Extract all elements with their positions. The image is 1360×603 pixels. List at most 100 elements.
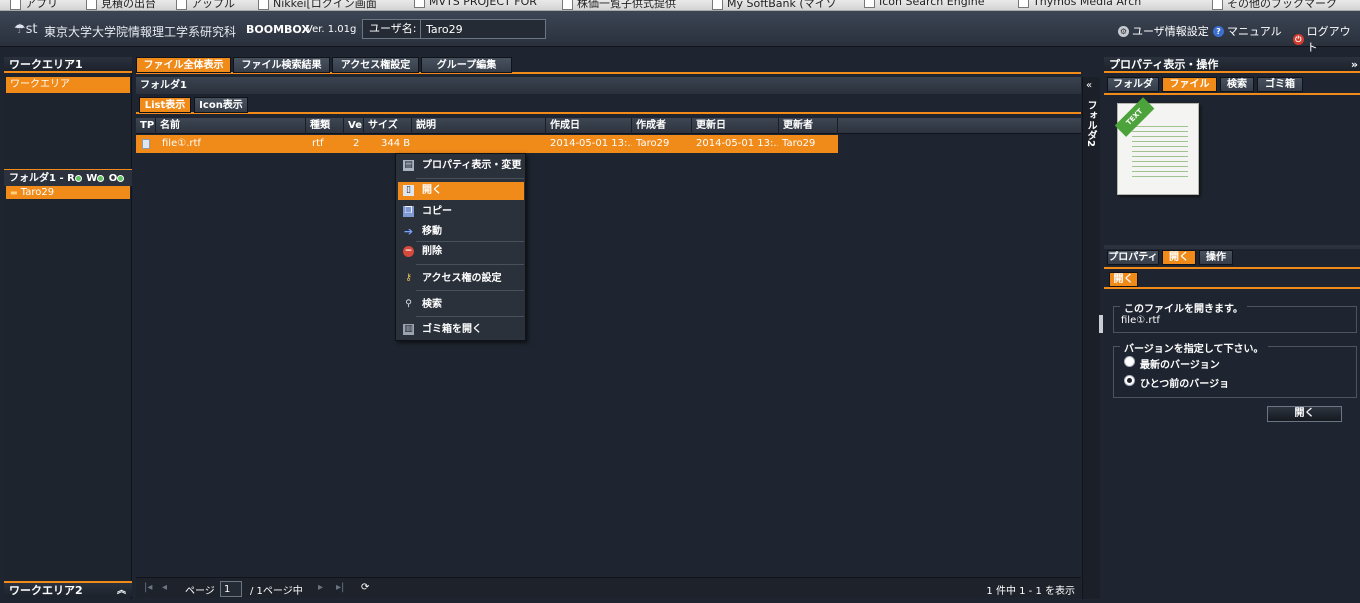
menu-item-open[interactable]: ▯ 開く — [398, 182, 524, 200]
tab-open[interactable]: 開く — [1162, 250, 1196, 265]
page-label: ページ — [185, 586, 215, 597]
menu-item-properties[interactable]: ▤ プロパティ表示・変更 — [398, 157, 524, 175]
tab-file[interactable]: ファイル — [1162, 77, 1217, 92]
chevron-up-icon[interactable]: ︽ — [117, 583, 126, 599]
menu-item-move[interactable]: ➔ 移動 — [398, 223, 524, 241]
cell-created: 2014-05-01 13:... — [550, 138, 632, 149]
first-page-icon[interactable]: |◂ — [144, 582, 152, 593]
breadcrumb: フォルダ1 — [136, 77, 1081, 94]
collapse-left-icon[interactable]: « — [1086, 80, 1092, 91]
tab-group-edit[interactable]: グループ編集 — [421, 57, 512, 73]
collapse-right-icon[interactable]: » — [1351, 57, 1358, 73]
col-header[interactable]: 種類 — [306, 118, 344, 134]
col-header[interactable]: 作成日 — [546, 118, 632, 134]
col-header[interactable]: サイズ — [364, 118, 412, 134]
cell-creator: Taro29 — [636, 138, 670, 149]
cell-type: rtf — [312, 138, 324, 149]
col-header[interactable]: 名前 — [156, 118, 306, 134]
menu-item-copy[interactable]: ❐ コピー — [398, 203, 524, 221]
manual-link[interactable]: ? マニュアル — [1213, 23, 1282, 39]
open-filename: file①.rtf — [1121, 315, 1160, 326]
folder2-collapse-strip[interactable]: « — [1082, 77, 1103, 599]
menu-item-access-rights[interactable]: ⚷ アクセス権の設定 — [398, 270, 524, 288]
page-input[interactable] — [220, 581, 242, 597]
bookmark-item[interactable]: Nikkei[ロクイン画面 — [258, 0, 377, 10]
radio-previous-version[interactable] — [1124, 375, 1135, 386]
workarea-item[interactable]: ワークエリア — [6, 77, 130, 93]
file-type-icon — [138, 135, 156, 153]
key-icon: ⚷ — [405, 273, 412, 283]
radio-label: 最新のバージョン — [1140, 360, 1220, 371]
col-header[interactable]: 説明 — [412, 118, 546, 134]
tab-access-rights[interactable]: アクセス権設定 — [332, 57, 419, 73]
user-settings-link[interactable]: ⚙ ユーザ情報設定 — [1118, 23, 1209, 39]
bookmark-item[interactable]: My SoftBank (マイソ — [712, 0, 837, 10]
table-row[interactable]: file①.rtf rtf 2 344 B 2014-05-01 13:... … — [136, 135, 838, 153]
workarea2-title[interactable]: ワークエリア2 ︽ — [4, 581, 132, 597]
check-icon — [117, 174, 125, 182]
logout-link[interactable]: ⏻ ログアウト — [1293, 23, 1360, 55]
open-fieldset: このファイルを開きます。 file①.rtf — [1113, 300, 1357, 333]
properties-icon: ▤ — [403, 160, 414, 171]
cell-updater: Taro29 — [782, 138, 816, 149]
col-header[interactable]: 作成者 — [632, 118, 692, 134]
tab-search-results[interactable]: ファイル検索結果 — [233, 57, 330, 73]
search-icon: ⚲ — [405, 299, 412, 309]
check-icon — [74, 174, 82, 182]
username-field[interactable] — [420, 19, 546, 39]
splitter-handle[interactable] — [1099, 315, 1103, 333]
bookmark-item[interactable]: Icon Search Engine — [864, 0, 984, 8]
prev-page-icon[interactable]: ◂ — [162, 582, 167, 593]
check-icon — [97, 174, 105, 182]
bookmark-item[interactable]: 見積の出台 — [86, 0, 156, 10]
menu-separator — [416, 264, 524, 265]
tab-properties[interactable]: プロパティ — [1107, 250, 1159, 265]
folder-icon: ▬ — [10, 188, 18, 197]
last-page-icon[interactable]: ▸| — [336, 582, 344, 593]
bookmark-item[interactable]: MVTS PROJECT FOR — [414, 0, 537, 8]
cell-name: file①.rtf — [162, 138, 201, 149]
cell-updated: 2014-05-01 13:... — [696, 138, 778, 149]
app-name: BOOMBOX — [246, 23, 310, 36]
next-page-icon[interactable]: ▸ — [318, 582, 323, 593]
menu-item-search[interactable]: ⚲ 検索 — [398, 296, 524, 314]
folder2-label: フォルダ2 — [1085, 100, 1096, 147]
left-sidebar: ワークエリア1 ワークエリア フォルダ1 - R W O ▬ Taro29 ワー… — [4, 57, 132, 599]
arrow-right-icon: ➔ — [403, 225, 414, 238]
properties-panel: プロパティ表示・操作 » フォルダ ファイル 検索 ゴミ箱 TEXT プロパティ… — [1104, 57, 1360, 599]
tab-operation[interactable]: 操作 — [1199, 250, 1233, 265]
main-tabbar: ファイル全体表示 ファイル検索結果 アクセス権設定 グループ編集 — [136, 57, 1081, 74]
cell-size: 344 B — [381, 138, 411, 149]
tab-underline — [1104, 93, 1360, 95]
bookmark-item[interactable]: 株価一覧子供式提供 — [562, 0, 676, 10]
tab-list-view[interactable]: List表示 — [139, 97, 191, 113]
col-header[interactable]: 更新日 — [692, 118, 779, 134]
col-header[interactable]: 更新者 — [779, 118, 838, 134]
open-section-title: 開く — [1109, 272, 1138, 287]
menu-separator — [416, 316, 524, 317]
menu-separator — [416, 178, 524, 179]
menu-item-trash[interactable]: ▥ ゴミ箱を開く — [398, 321, 524, 339]
refresh-icon[interactable]: ⟳ — [361, 582, 369, 593]
bookmark-item[interactable]: アップル — [176, 0, 235, 10]
col-header[interactable]: TP — [136, 118, 156, 134]
menu-item-delete[interactable]: − 削除 — [398, 243, 524, 261]
col-header[interactable]: Ve — [344, 118, 364, 134]
view-tabbar: List表示 Icon表示 — [136, 97, 1081, 114]
open-button[interactable]: 開く — [1267, 406, 1342, 422]
context-menu: ▤ プロパティ表示・変更 ▯ 開く ❐ コピー ➔ 移動 − 削除 ⚷ アクセス… — [395, 153, 526, 341]
bookmark-item[interactable]: その他のブックマーク — [1212, 0, 1337, 10]
tab-trash[interactable]: ゴミ箱 — [1257, 77, 1303, 92]
main-panel: ファイル全体表示 ファイル検索結果 アクセス権設定 グループ編集 フォルダ1 L… — [136, 57, 1081, 599]
sidebar-folder-item[interactable]: ▬ Taro29 — [6, 186, 130, 199]
bookmark-item[interactable]: アプリ — [10, 0, 58, 10]
tab-all-files[interactable]: ファイル全体表示 — [136, 57, 231, 73]
tab-folder[interactable]: フォルダ — [1107, 77, 1159, 92]
tab-search[interactable]: 検索 — [1220, 77, 1254, 92]
copy-icon: ❐ — [403, 206, 414, 217]
bookmark-item[interactable]: Thymos Media Arch — [1018, 0, 1141, 8]
radio-latest-version[interactable] — [1124, 356, 1135, 367]
institution-name: 東京大学大学院情報理工学系研究科 — [44, 25, 237, 39]
cell-description — [414, 135, 544, 153]
tab-icon-view[interactable]: Icon表示 — [194, 97, 248, 113]
